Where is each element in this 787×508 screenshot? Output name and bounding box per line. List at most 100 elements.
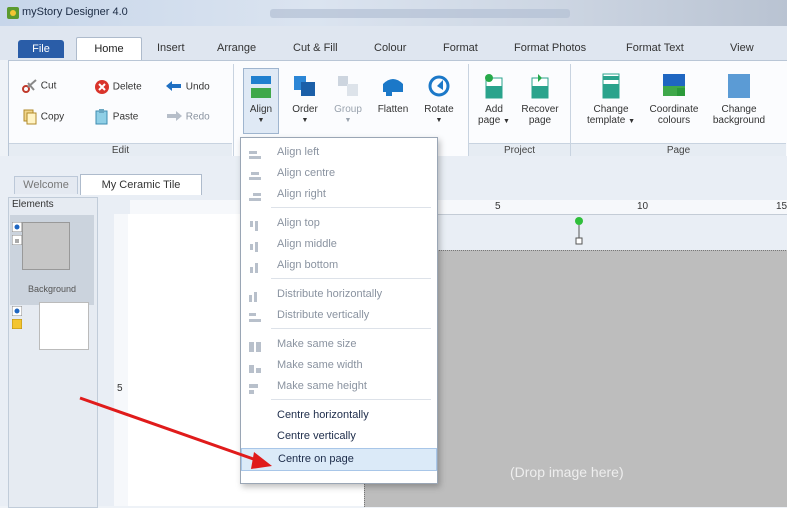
tab-format[interactable]: Format bbox=[443, 42, 478, 54]
menu-separator bbox=[271, 207, 431, 208]
cut-button[interactable]: Cut bbox=[22, 79, 56, 93]
redo-label: Redo bbox=[185, 111, 210, 123]
ruler-tick-v5: 5 bbox=[117, 383, 123, 394]
flatten-label: Flatten bbox=[377, 104, 409, 115]
order-button[interactable]: Order ▼ bbox=[288, 72, 322, 126]
horizontal-ruler bbox=[130, 200, 787, 215]
doc-tab-my-ceramic-tile[interactable]: My Ceramic Tile bbox=[80, 174, 202, 195]
chevron-down-icon: ▼ bbox=[344, 117, 352, 124]
distribute-horizontally-icon bbox=[249, 289, 261, 302]
add-page-button[interactable]: Add page ▼ bbox=[476, 72, 512, 127]
group-icon bbox=[335, 72, 361, 100]
tab-colour[interactable]: Colour bbox=[374, 42, 406, 54]
menu-item-align-middle[interactable]: Align middle bbox=[241, 234, 437, 255]
ruler-tick-5: 5 bbox=[495, 201, 501, 212]
drop-zone-text: (Drop image here) bbox=[510, 464, 624, 480]
tab-insert[interactable]: Insert bbox=[157, 42, 185, 54]
delete-icon bbox=[95, 80, 109, 94]
coordinate-colours-button[interactable]: Coordinate colours bbox=[646, 72, 702, 126]
lock-icon[interactable] bbox=[12, 235, 22, 245]
tab-home[interactable]: Home bbox=[76, 37, 142, 61]
vertical-ruler bbox=[114, 214, 129, 506]
undo-label: Undo bbox=[185, 81, 210, 93]
menu-item-align-top[interactable]: Align top bbox=[241, 213, 437, 234]
lock-icon[interactable] bbox=[12, 319, 22, 329]
paste-label: Paste bbox=[112, 111, 139, 123]
flatten-button[interactable]: Flatten bbox=[373, 72, 413, 115]
recover-page-button[interactable]: Recover page bbox=[518, 72, 562, 126]
chevron-down-icon: ▼ bbox=[301, 117, 309, 124]
tab-view[interactable]: View bbox=[730, 42, 754, 54]
menu-separator bbox=[271, 399, 431, 400]
scissors-icon bbox=[22, 79, 37, 93]
group-button[interactable]: Group ▼ bbox=[328, 72, 368, 126]
tab-format-photos[interactable]: Format Photos bbox=[514, 42, 586, 54]
blurred-document-title bbox=[270, 9, 570, 18]
element-thumbnail[interactable] bbox=[39, 302, 89, 350]
menu-item-make-same-height[interactable]: Make same height bbox=[241, 376, 437, 397]
background-label: Background bbox=[28, 284, 77, 294]
menu-item-make-same-width[interactable]: Make same width bbox=[241, 355, 437, 376]
recover-page-label-2: page bbox=[528, 115, 552, 126]
tab-format-text[interactable]: Format Text bbox=[626, 42, 684, 54]
menu-item-align-right[interactable]: Align right bbox=[241, 184, 437, 205]
align-icon bbox=[249, 74, 273, 100]
menu-item-distribute-horizontally[interactable]: Distribute horizontally bbox=[241, 284, 437, 305]
menu-item-centre-vertically[interactable]: Centre vertically bbox=[241, 426, 437, 447]
menu-item-make-same-size[interactable]: Make same size bbox=[241, 334, 437, 355]
add-page-icon bbox=[482, 72, 506, 100]
background-thumbnail[interactable] bbox=[22, 222, 70, 270]
copy-icon bbox=[23, 109, 37, 125]
redo-button[interactable]: Redo bbox=[165, 109, 210, 125]
ruler-tick-15: 15 bbox=[776, 201, 787, 212]
menu-item-centre-on-page[interactable]: Centre on page bbox=[241, 448, 437, 471]
change-background-button[interactable]: Change background bbox=[708, 72, 770, 126]
align-dropdown-menu: Align left Align centre Align right Alig… bbox=[240, 137, 438, 484]
menu-item-distribute-vertically[interactable]: Distribute vertically bbox=[241, 305, 437, 326]
window-title: myStory Designer 4.0 bbox=[22, 6, 128, 18]
eye-icon[interactable] bbox=[12, 306, 22, 316]
eye-icon[interactable] bbox=[12, 222, 22, 232]
align-centre-icon bbox=[249, 168, 261, 180]
page-group-label: Page bbox=[571, 143, 786, 157]
recover-page-icon bbox=[528, 72, 552, 100]
rotation-handle-icon[interactable] bbox=[574, 216, 584, 246]
coordinate-colours-icon bbox=[661, 72, 687, 100]
change-template-icon bbox=[599, 72, 623, 100]
rotate-label: Rotate bbox=[424, 104, 454, 115]
same-width-icon bbox=[249, 360, 261, 373]
group-label: Group bbox=[334, 104, 362, 115]
change-template-button[interactable]: Change template ▼ bbox=[583, 72, 639, 127]
align-bottom-icon bbox=[249, 260, 261, 273]
distribute-vertically-icon bbox=[249, 310, 261, 322]
chevron-down-icon: ▼ bbox=[503, 118, 510, 125]
chevron-down-icon: ▼ bbox=[435, 117, 443, 124]
chevron-down-icon: ▼ bbox=[628, 118, 636, 125]
app-logo-icon bbox=[7, 7, 19, 19]
tab-file[interactable]: File bbox=[18, 40, 64, 58]
align-right-icon bbox=[249, 189, 261, 201]
flatten-icon bbox=[380, 72, 406, 100]
align-left-icon bbox=[249, 147, 261, 159]
menu-item-centre-horizontally[interactable]: Centre horizontally bbox=[241, 405, 437, 426]
menu-item-align-left[interactable]: Align left bbox=[241, 142, 437, 163]
redo-icon bbox=[167, 111, 182, 121]
recover-page-label: Recover bbox=[521, 104, 559, 115]
chevron-down-icon: ▼ bbox=[257, 117, 265, 124]
change-template-label-2: template ▼ bbox=[586, 115, 636, 126]
rotate-button[interactable]: Rotate ▼ bbox=[419, 72, 459, 126]
paste-button[interactable]: Paste bbox=[94, 109, 138, 125]
menu-item-align-centre[interactable]: Align centre bbox=[241, 163, 437, 184]
tab-cut-fill[interactable]: Cut & Fill bbox=[293, 42, 338, 54]
rotate-icon bbox=[426, 72, 452, 100]
copy-button[interactable]: Copy bbox=[22, 109, 64, 125]
change-background-label: Change bbox=[721, 104, 757, 115]
undo-button[interactable]: Undo bbox=[165, 79, 210, 95]
menu-item-align-bottom[interactable]: Align bottom bbox=[241, 255, 437, 276]
align-button[interactable]: Align ▼ bbox=[243, 68, 279, 134]
coordinate-colours-label-2: colours bbox=[657, 115, 691, 126]
doc-tab-welcome[interactable]: Welcome bbox=[14, 176, 78, 194]
tab-arrange[interactable]: Arrange bbox=[217, 42, 256, 54]
delete-label: Delete bbox=[112, 81, 142, 93]
delete-button[interactable]: Delete bbox=[94, 79, 142, 95]
